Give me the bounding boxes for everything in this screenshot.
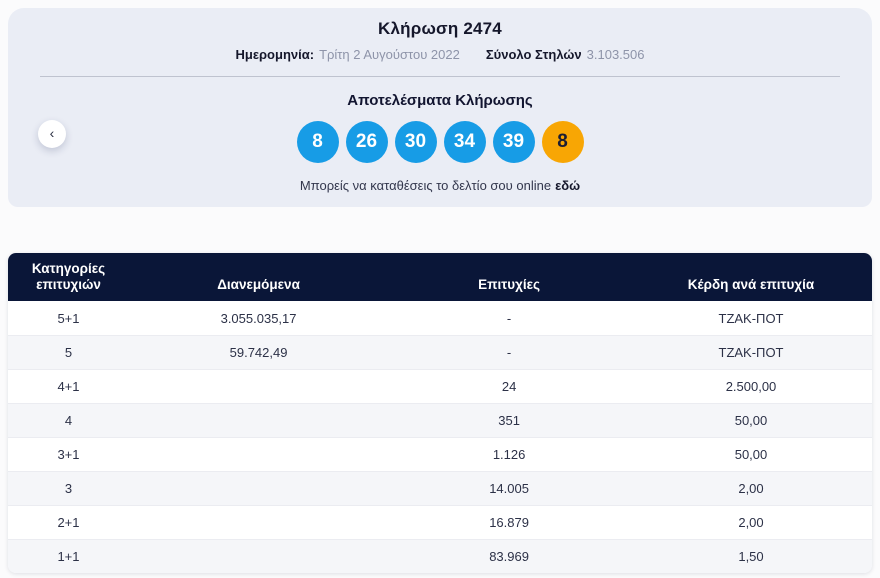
number-ball: 30 — [394, 121, 437, 163]
table-row: 3 14.005 2,00 — [8, 471, 872, 505]
table-body: 5+1 3.055.035,17 - ΤΖΑΚ-ΠΟΤ 5 59.742,49 - ΤΖΑΚ-… — [8, 301, 872, 573]
table-cell: 2,00 — [738, 515, 764, 530]
table-cell: 14.005 — [489, 481, 529, 496]
table-cell: 83.969 — [489, 549, 529, 564]
caption-text: Μπορείς να καταθέσεις το δελτίο σου onli… — [299, 178, 552, 193]
table-row: 3+1 1.126 50,00 — [8, 437, 872, 471]
winnings-table: Κατηγορίες επιτυχιών Διανεμόμενα Επιτυχίες… — [8, 253, 872, 573]
caption-link[interactable]: εδώ — [555, 178, 580, 193]
table-cell: 2,00 — [738, 481, 764, 496]
column-header: Διανεμόμενα — [217, 277, 300, 292]
number-ball: 39 — [492, 121, 535, 163]
chevron-left-icon: ‹ — [49, 125, 55, 141]
table-cell: 50,00 — [734, 447, 768, 462]
columns-label: Σύνολο Στηλών — [485, 47, 582, 62]
table-cell: ΤΖΑΚ-ΠΟΤ — [718, 345, 784, 360]
table-cell: 1.126 — [492, 447, 526, 462]
table-row: 5 59.742,49 - ΤΖΑΚ-ΠΟΤ — [8, 335, 872, 369]
table-cell: - — [506, 310, 512, 326]
online-submit-caption: Μπορείς να καταθέσεις το δελτίο σου onli… — [8, 177, 872, 195]
table-cell: 3+1 — [57, 447, 80, 462]
table-cell: 4+1 — [57, 379, 80, 394]
table-row: 5+1 3.055.035,17 - ΤΖΑΚ-ΠΟΤ — [8, 301, 872, 335]
table-cell: 2.500,00 — [725, 379, 777, 394]
date-label: Ημερομηνία: — [235, 47, 315, 62]
previous-draw-button[interactable]: ‹ — [38, 120, 66, 148]
date-value: Τρίτη 2 Αυγούστου 2022 — [319, 47, 460, 62]
winning-numbers: 8 26 30 34 39 8 — [8, 121, 872, 163]
columns-value: 3.103.506 — [586, 47, 645, 62]
table-cell: 4 — [64, 413, 73, 428]
column-header: Κατηγορίες επιτυχιών — [31, 261, 106, 292]
table-row: 4+1 24 2.500,00 — [8, 369, 872, 403]
table-cell: 1+1 — [57, 549, 80, 564]
table-cell: 5 — [64, 345, 73, 360]
table-cell: 59.742,49 — [229, 345, 288, 360]
results-title: Αποτελέσματα Κλήρωσης — [347, 92, 533, 109]
column-header: Επιτυχίες — [478, 277, 541, 292]
number-ball: 8 — [296, 121, 339, 163]
table-cell: - — [506, 345, 512, 360]
table-row: 1+1 83.969 1,50 — [8, 539, 872, 573]
draw-meta: Ημερομηνία: Τρίτη 2 Αυγούστου 2022 Σύνολ… — [8, 46, 872, 64]
table-row: 4 351 50,00 — [8, 403, 872, 437]
page: Κλήρωση 2474 Ημερομηνία: Τρίτη 2 Αυγούστ… — [0, 0, 880, 578]
number-ball: 34 — [443, 121, 486, 163]
table-cell: 50,00 — [734, 413, 768, 428]
draw-title: Κλήρωση 2474 — [378, 19, 502, 38]
table-row: 2+1 16.879 2,00 — [8, 505, 872, 539]
table-cell: 3 — [64, 481, 73, 496]
table-cell: 24 — [501, 379, 517, 394]
table-cell: 1,50 — [738, 549, 764, 564]
table-header-row: Κατηγορίες επιτυχιών Διανεμόμενα Επιτυχίες… — [8, 253, 872, 301]
table-cell: 351 — [498, 413, 520, 428]
draw-date: Ημερομηνία: Τρίτη 2 Αυγούστου 2022 — [236, 46, 460, 64]
divider — [40, 76, 840, 77]
total-columns: Σύνολο Στηλών 3.103.506 — [486, 46, 645, 64]
draw-hero-card: Κλήρωση 2474 Ημερομηνία: Τρίτη 2 Αυγούστ… — [8, 8, 872, 207]
column-header: Κέρδη ανά επιτυχία — [687, 277, 815, 292]
number-ball: 26 — [345, 121, 388, 163]
table-cell: 5+1 — [57, 310, 80, 326]
table-cell: ΤΖΑΚ-ΠΟΤ — [718, 310, 784, 326]
joker-ball: 8 — [541, 121, 584, 163]
table-cell: 3.055.035,17 — [220, 310, 297, 326]
table-cell: 2+1 — [57, 515, 80, 530]
table-cell: 16.879 — [489, 515, 529, 530]
